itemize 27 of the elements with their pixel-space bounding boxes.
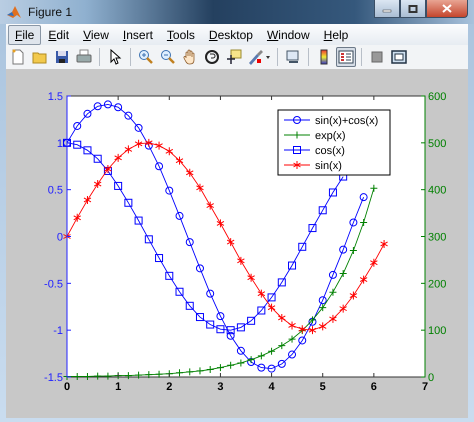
tick-label: 7 [422,381,428,393]
tick-label: 0 [64,381,70,393]
tick-label: 0 [56,232,63,244]
tick-label: 5 [320,381,326,393]
tick-label: -1 [53,325,63,338]
tick-label: 3 [217,381,224,393]
tick-label: 200 [428,278,446,290]
tick-label: 6 [370,381,377,393]
legend-label: sin(x)+cos(x) [315,115,378,127]
window-title: Figure 1 [28,5,74,19]
tick-label: 1 [56,138,63,150]
tick-label: 2 [166,381,172,393]
tick-label: 4 [268,381,275,393]
legend-label: sin(x) [315,160,342,172]
legend-label: exp(x) [315,130,346,142]
tick-label: 1.5 [48,91,63,103]
tick-label: 500 [428,138,446,150]
tick-label: 0 [428,372,434,384]
tick-label: 400 [428,184,446,197]
tick-label: 0.5 [48,184,63,197]
tick-label: -0.5 [44,278,63,290]
tick-label: 1 [115,381,122,393]
tick-label: 300 [428,232,446,244]
legend-label: cos(x) [315,145,345,157]
tick-label: 600 [428,91,446,103]
tick-label: 100 [428,325,446,338]
tick-label: -1.5 [44,372,63,384]
